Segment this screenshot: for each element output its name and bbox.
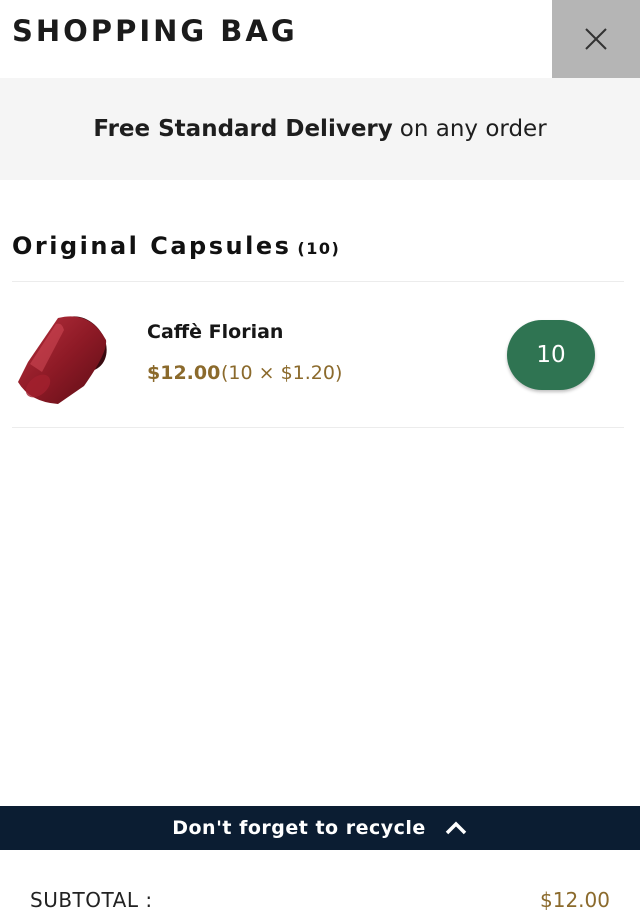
product-name[interactable]: Caffè Florian	[147, 321, 283, 343]
product-price: $12.00	[147, 362, 221, 384]
section-title-label: Original Capsules	[12, 232, 292, 260]
divider	[12, 281, 624, 282]
subtotal-value: $12.00	[540, 888, 610, 912]
delivery-rest: on any order	[399, 116, 547, 142]
delivery-banner: Free Standard Delivery on any order	[0, 78, 640, 180]
close-icon	[585, 28, 607, 50]
close-button[interactable]	[552, 0, 640, 78]
divider	[12, 427, 624, 428]
delivery-strong: Free Standard Delivery	[93, 116, 393, 142]
product-unit-price: (10 × $1.20)	[221, 362, 343, 384]
header: SHOPPING BAG	[0, 0, 640, 78]
page-title: SHOPPING BAG	[12, 14, 298, 48]
section-title: Original Capsules (10)	[12, 232, 340, 260]
quantity-button[interactable]: 10	[507, 320, 595, 390]
coffee-capsule-image	[18, 316, 107, 404]
section-count: (10)	[297, 239, 341, 258]
recycle-bar[interactable]: Don't forget to recycle	[0, 806, 640, 850]
subtotal-label: SUBTOTAL :	[30, 888, 153, 912]
chevron-up-icon	[445, 821, 467, 835]
recycle-label: Don't forget to recycle	[172, 817, 426, 839]
